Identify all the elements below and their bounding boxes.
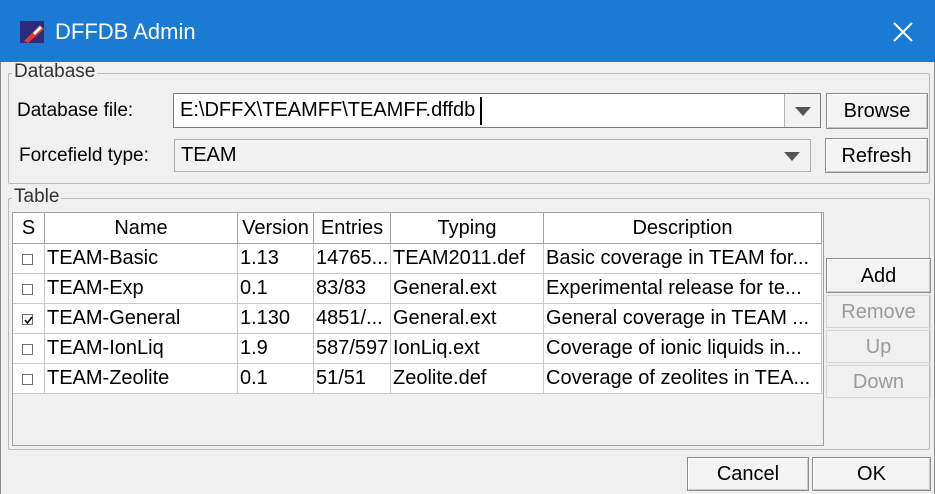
select-cell[interactable] bbox=[13, 274, 45, 304]
column-header-name[interactable]: Name bbox=[45, 213, 238, 244]
table-row[interactable]: TEAM-Basic 1.13 14765... TEAM2011.def Ba… bbox=[13, 244, 822, 274]
ok-button[interactable]: OK bbox=[812, 457, 931, 491]
column-header-typing[interactable]: Typing bbox=[391, 213, 544, 244]
entries-cell: 14765... bbox=[314, 244, 391, 274]
checkmark-icon bbox=[24, 316, 33, 325]
database-group-title: Database bbox=[12, 61, 98, 82]
up-button[interactable]: Up bbox=[826, 330, 931, 363]
table-row[interactable]: TEAM-General 1.130 4851/... General.ext … bbox=[13, 304, 822, 334]
dffdb-app-icon bbox=[20, 21, 44, 43]
column-header-version[interactable]: Version bbox=[238, 213, 314, 244]
forcefield-type-value: TEAM bbox=[181, 144, 237, 166]
close-icon bbox=[893, 22, 913, 42]
database-file-value[interactable]: E:\DFFX\TEAMFF\TEAMFF.dffdb bbox=[180, 98, 475, 122]
database-file-dropdown-arrow[interactable] bbox=[784, 94, 820, 127]
down-button[interactable]: Down bbox=[826, 365, 931, 398]
description-cell: Experimental release for te... bbox=[544, 274, 822, 304]
version-cell: 1.130 bbox=[238, 304, 314, 334]
version-cell: 1.13 bbox=[238, 244, 314, 274]
name-cell: TEAM-IonLiq bbox=[45, 334, 238, 364]
cancel-button[interactable]: Cancel bbox=[687, 457, 809, 491]
table-row[interactable]: TEAM-Zeolite 0.1 51/51 Zeolite.def Cover… bbox=[13, 364, 822, 394]
refresh-button[interactable]: Refresh bbox=[825, 138, 928, 173]
select-cell[interactable] bbox=[13, 364, 45, 394]
column-header-entries[interactable]: Entries bbox=[314, 213, 391, 244]
select-cell[interactable] bbox=[13, 244, 45, 274]
typing-cell: General.ext bbox=[391, 304, 544, 334]
row-checkbox[interactable] bbox=[22, 374, 33, 385]
typing-cell: IonLiq.ext bbox=[391, 334, 544, 364]
remove-button[interactable]: Remove bbox=[826, 295, 931, 328]
version-cell: 1.9 bbox=[238, 334, 314, 364]
row-checkbox[interactable] bbox=[22, 344, 33, 355]
database-file-label: Database file: bbox=[17, 100, 134, 121]
select-cell[interactable] bbox=[13, 334, 45, 364]
version-cell: 0.1 bbox=[238, 274, 314, 304]
forcefield-type-combo[interactable]: TEAM bbox=[174, 139, 811, 172]
forcefield-type-label: Forcefield type: bbox=[19, 145, 149, 166]
name-cell: TEAM-Zeolite bbox=[45, 364, 238, 394]
table-row[interactable]: TEAM-IonLiq 1.9 587/597 IonLiq.ext Cover… bbox=[13, 334, 822, 364]
table-group-title: Table bbox=[12, 186, 62, 207]
entries-cell: 83/83 bbox=[314, 274, 391, 304]
forcefield-table[interactable]: S Name Version Entries Typing Descriptio… bbox=[12, 212, 824, 446]
select-cell[interactable] bbox=[13, 304, 45, 334]
description-cell: Basic coverage in TEAM for... bbox=[544, 244, 822, 274]
row-checkbox[interactable] bbox=[22, 314, 33, 325]
column-header-description[interactable]: Description bbox=[544, 213, 822, 244]
entries-cell: 587/597 bbox=[314, 334, 391, 364]
browse-button[interactable]: Browse bbox=[826, 93, 928, 129]
forcefield-type-dropdown-arrow[interactable] bbox=[774, 140, 810, 171]
title-bar[interactable]: DFFDB Admin bbox=[0, 0, 935, 62]
typing-cell: TEAM2011.def bbox=[391, 244, 544, 274]
dialog-client-area: Database Database file: E:\DFFX\TEAMFF\T… bbox=[0, 62, 935, 494]
row-checkbox[interactable] bbox=[22, 254, 33, 265]
name-cell: TEAM-Basic bbox=[45, 244, 238, 274]
name-cell: TEAM-Exp bbox=[45, 274, 238, 304]
close-button[interactable] bbox=[880, 12, 926, 52]
database-file-combo[interactable]: E:\DFFX\TEAMFF\TEAMFF.dffdb bbox=[173, 93, 821, 128]
name-cell: TEAM-General bbox=[45, 304, 238, 334]
row-checkbox[interactable] bbox=[22, 284, 33, 295]
add-button[interactable]: Add bbox=[826, 258, 931, 293]
window-title: DFFDB Admin bbox=[55, 19, 196, 44]
description-cell: Coverage of zeolites in TEA... bbox=[544, 364, 822, 394]
description-cell: General coverage in TEAM ... bbox=[544, 304, 822, 334]
typing-cell: General.ext bbox=[391, 274, 544, 304]
table-header: S Name Version Entries Typing Descriptio… bbox=[13, 213, 822, 244]
description-cell: Coverage of ionic liquids in... bbox=[544, 334, 822, 364]
table-row[interactable]: TEAM-Exp 0.1 83/83 General.ext Experimen… bbox=[13, 274, 822, 304]
entries-cell: 4851/... bbox=[314, 304, 391, 334]
version-cell: 0.1 bbox=[238, 364, 314, 394]
column-header-s[interactable]: S bbox=[13, 213, 45, 244]
entries-cell: 51/51 bbox=[314, 364, 391, 394]
text-caret bbox=[480, 97, 482, 125]
typing-cell: Zeolite.def bbox=[391, 364, 544, 394]
